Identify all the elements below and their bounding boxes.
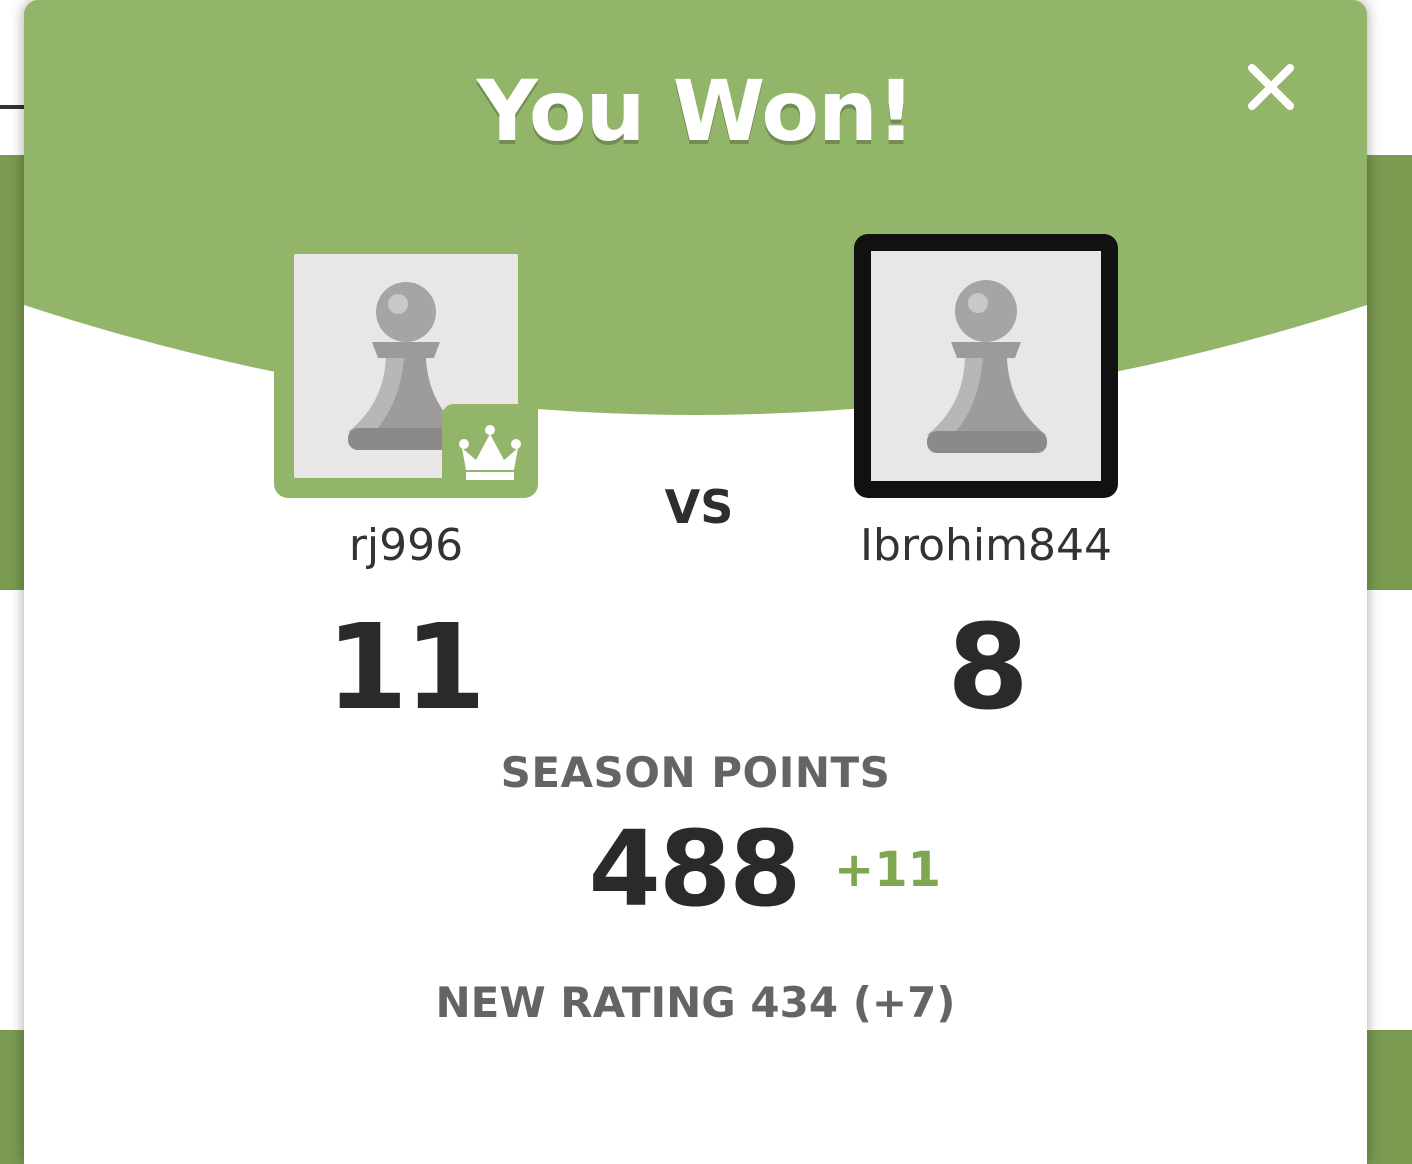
player-score-right: 8: [946, 598, 1029, 736]
pawn-icon: [927, 280, 1047, 453]
player-name-right[interactable]: Ibrohim844: [814, 520, 1158, 571]
player-name-left[interactable]: rj996: [264, 520, 548, 571]
player-score-left: 11: [325, 598, 486, 736]
winner-badge: [442, 404, 538, 498]
game-result-modal: You Won! VS rj996 Ibrohim844 11 8 SEASON…: [24, 0, 1367, 1164]
season-points-delta: +11: [834, 842, 942, 898]
versus-label: VS: [664, 480, 734, 534]
crown-icon: [459, 425, 521, 480]
close-button[interactable]: [1242, 58, 1300, 116]
avatar-image: [871, 251, 1101, 481]
player-avatar-right[interactable]: [854, 234, 1118, 498]
game-over-screen: You Won! VS rj996 Ibrohim844 11 8 SEASON…: [0, 0, 1412, 1164]
season-points-label: SEASON POINTS: [500, 748, 891, 797]
new-rating: NEW RATING 434 (+7): [435, 978, 956, 1027]
close-icon: [1248, 64, 1294, 110]
season-points-value: 488: [588, 808, 801, 930]
modal-title: You Won!: [476, 62, 915, 160]
